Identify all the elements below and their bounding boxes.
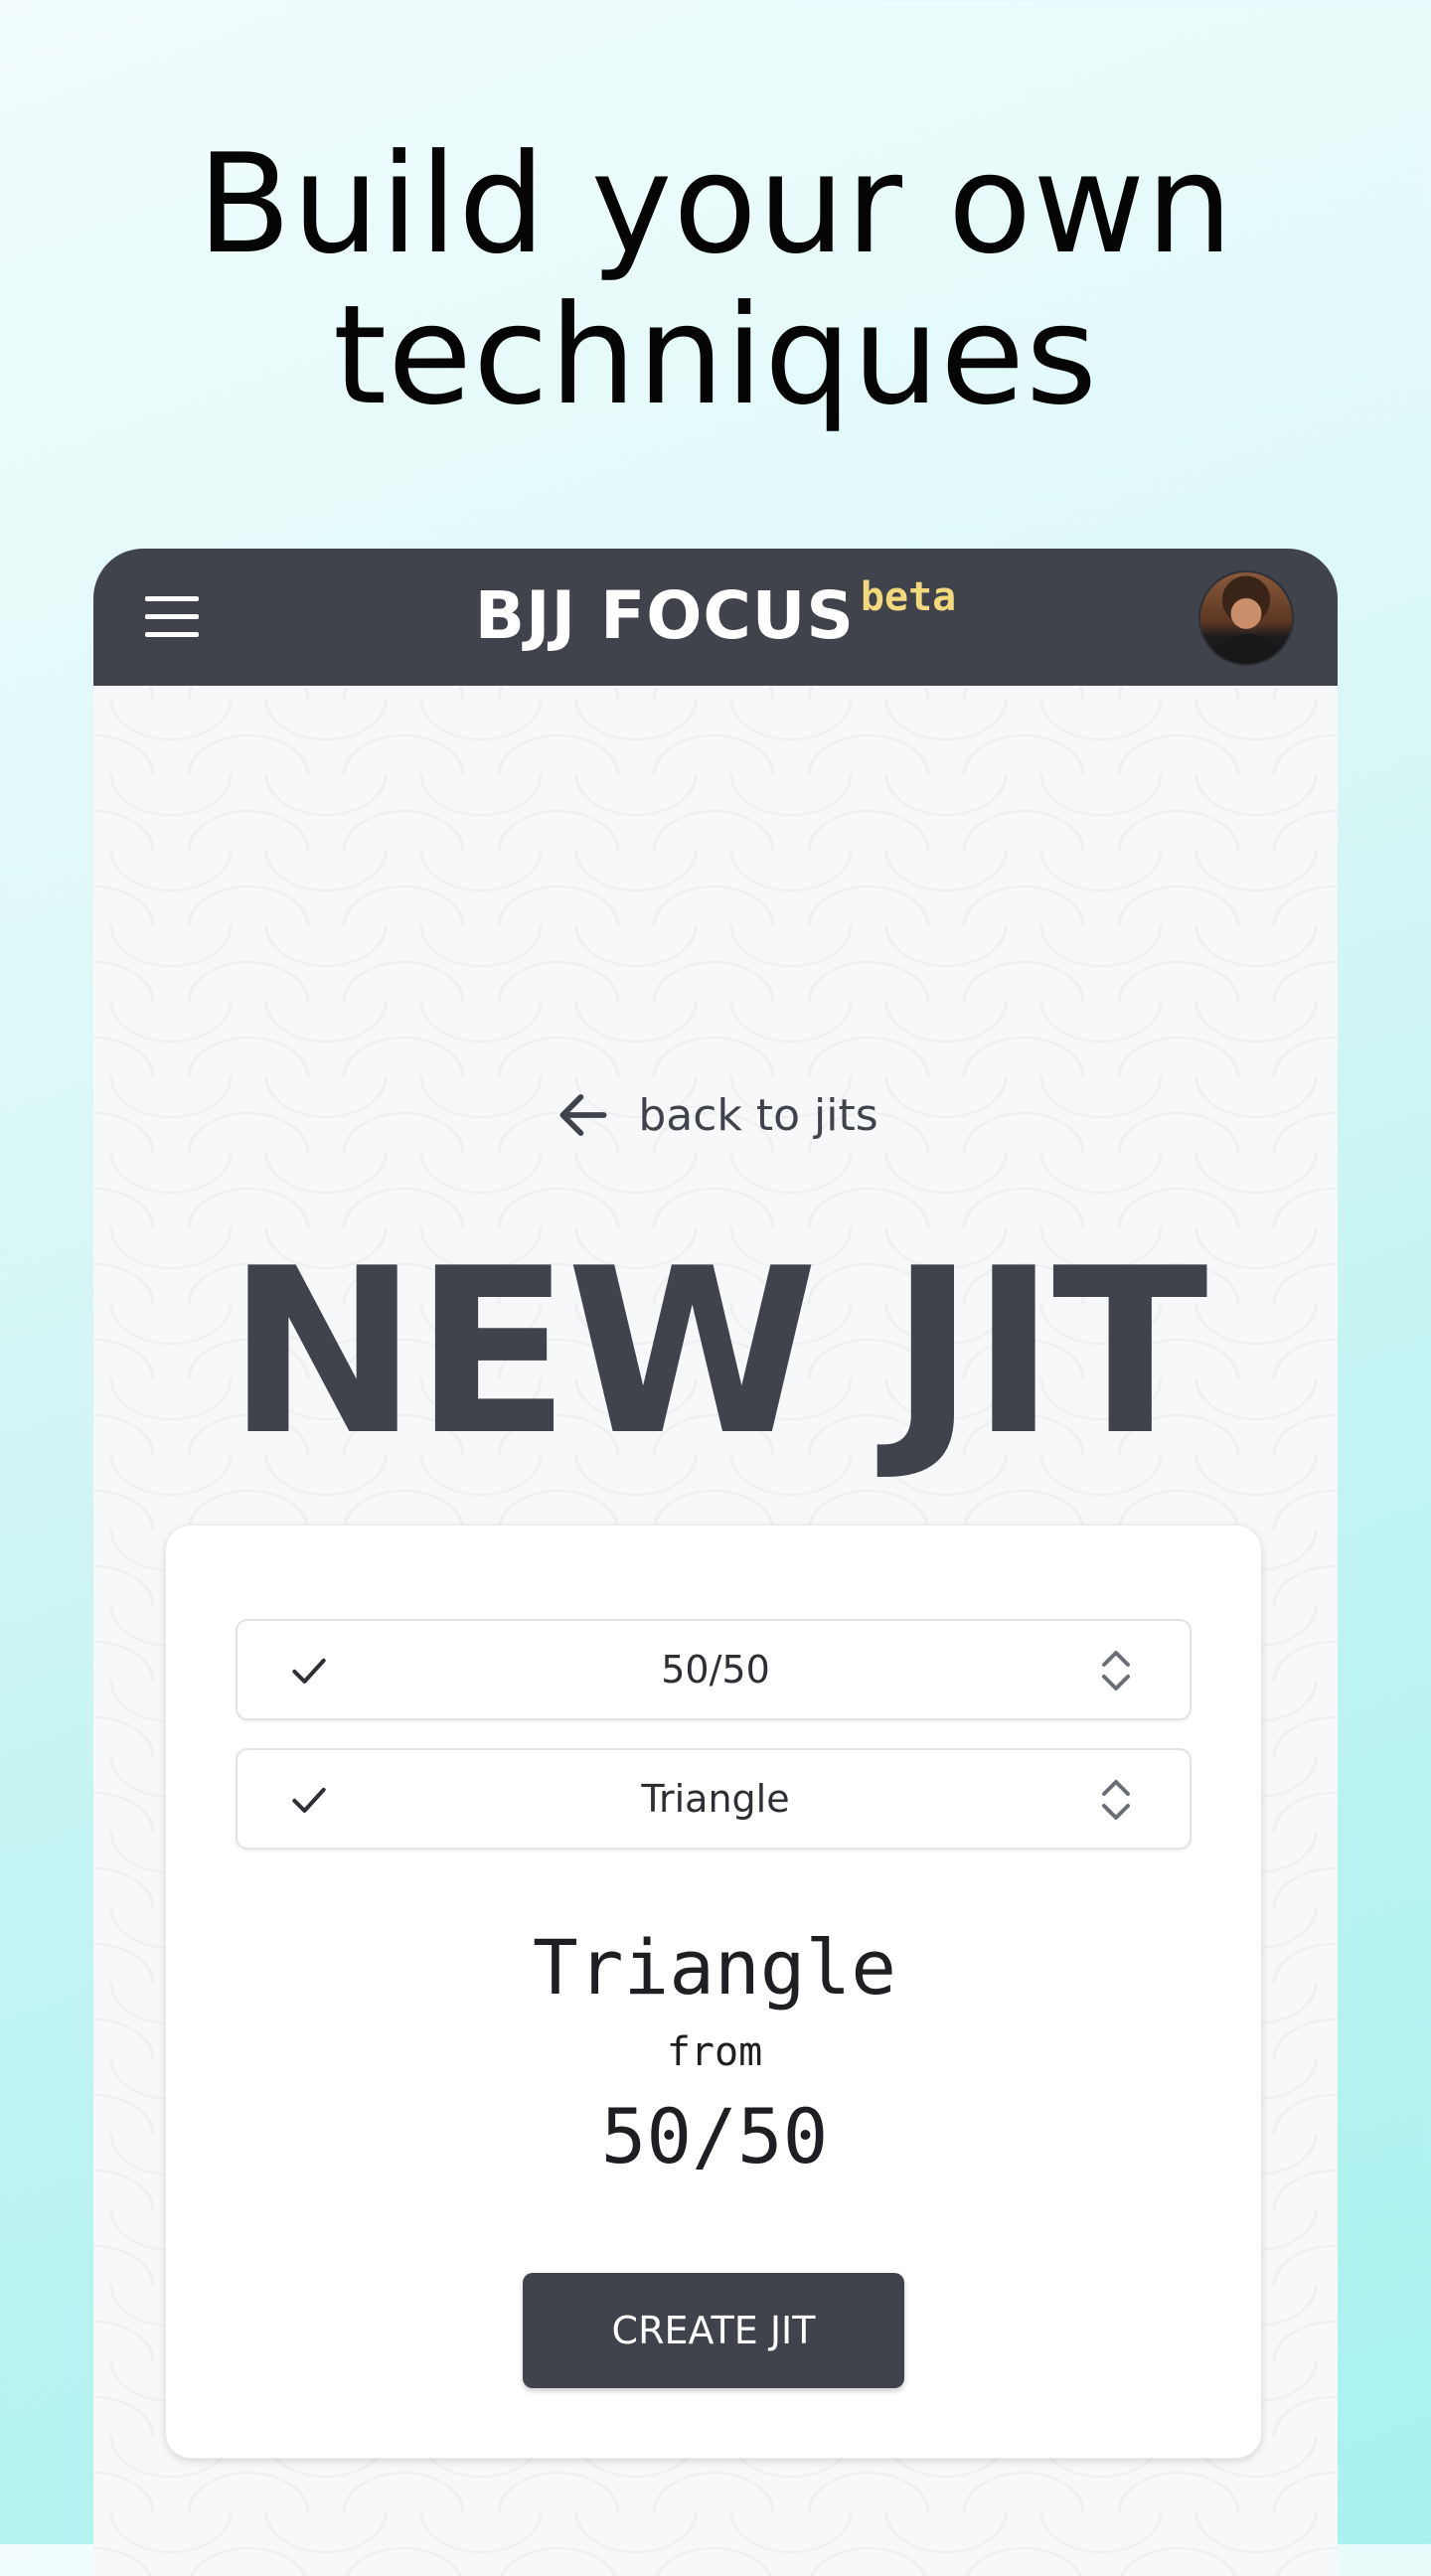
beta-badge: beta — [860, 574, 957, 620]
chevron-up-down-icon — [1102, 1651, 1130, 1690]
chevron-up-down-icon — [1102, 1780, 1130, 1820]
app-screen: BJJ FOCUS beta back to jits NEW JIT 50/50… — [93, 549, 1338, 2576]
page-title: NEW JIT — [227, 1220, 1207, 1486]
brand-name: BJJ FOCUS — [474, 577, 855, 654]
create-jit-button[interactable]: CREATE JIT — [523, 2273, 904, 2388]
back-link-label: back to jits — [638, 1089, 878, 1141]
brand-logo[interactable]: BJJ FOCUS beta — [93, 574, 1338, 665]
preview-technique: Triangle — [532, 1923, 897, 2012]
position-select[interactable]: 50/50 — [236, 1619, 1192, 1720]
promo-headline-line-1: Build your own — [197, 124, 1234, 284]
preview-connector: from — [666, 2029, 763, 2075]
promo-headline-line-2: techniques — [332, 275, 1098, 435]
back-to-jits-link[interactable]: back to jits — [93, 1075, 1338, 1155]
arrow-left-icon — [559, 1094, 607, 1136]
user-avatar[interactable] — [1198, 570, 1294, 666]
top-app-bar: BJJ FOCUS beta — [93, 549, 1338, 686]
position-select-value: 50/50 — [661, 1648, 770, 1691]
technique-select-value: Triangle — [641, 1777, 790, 1821]
new-jit-form-card: 50/50 Triangle Triangle from 50/50 CREAT… — [165, 1525, 1262, 2459]
promo-headline: Build your own techniques — [0, 129, 1431, 431]
preview-position: 50/50 — [600, 2092, 829, 2180]
technique-select[interactable]: Triangle — [236, 1748, 1192, 1850]
